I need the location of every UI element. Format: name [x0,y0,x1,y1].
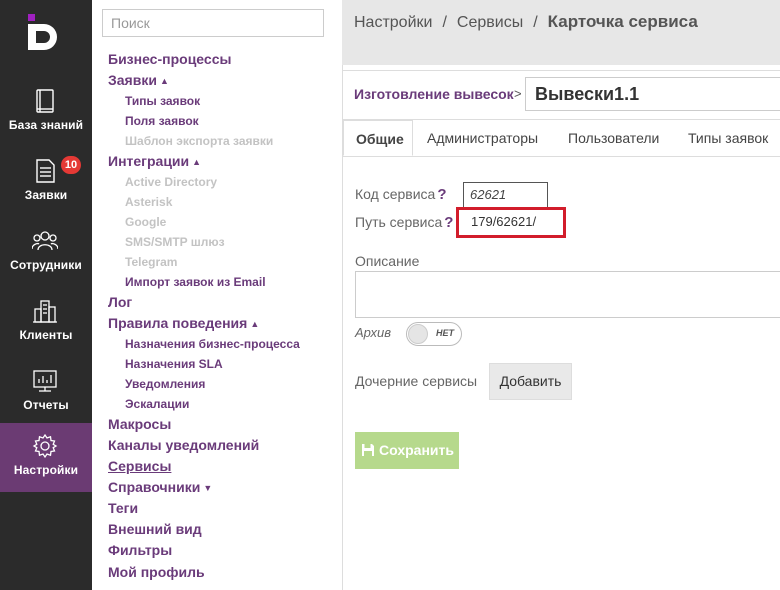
expanded-caret-icon: ▲ [250,319,260,329]
menu-item-bp-assignments[interactable]: Назначения бизнес-процесса [125,337,300,351]
requests-count-badge: 10 [61,156,81,174]
gear-icon [32,433,58,459]
buildings-icon [33,300,57,323]
document-icon [36,159,55,183]
parent-service-link[interactable]: Изготовление вывесок [354,86,514,102]
menu-item-sms-smtp: SMS/SMTP шлюз [125,235,225,249]
people-icon [32,231,58,251]
tab-general[interactable]: Общие [343,120,413,156]
help-icon[interactable]: ? [437,186,446,203]
menu-item-filters[interactable]: Фильтры [108,542,172,558]
menu-item-macros[interactable]: Макросы [108,416,171,432]
service-path-label-text: Путь сервиса [355,214,443,230]
save-button-label: Сохранить [379,442,454,458]
breadcrumb: Настройки / Сервисы / Карточка сервиса [354,12,698,32]
service-path-label: Путь сервиса? [355,214,453,231]
rail-item-reports[interactable]: Отчеты [0,358,92,428]
description-textarea[interactable] [355,271,780,318]
menu-item-label: Бизнес-процессы [108,51,232,67]
service-title-input[interactable]: Вывески1.1 [525,77,780,111]
collapsed-caret-icon: ▼ [203,483,213,493]
breadcrumb-separator: / [533,14,538,31]
menu-item-services[interactable]: Сервисы [108,458,171,474]
book-icon [36,89,54,113]
tab-administrators[interactable]: Администраторы [427,120,538,156]
menu-item-telegram: Telegram [125,255,178,269]
menu-item-tags[interactable]: Теги [108,500,138,516]
chart-monitor-icon [33,370,57,392]
menu-item-sla-assignments[interactable]: Назначения SLA [125,357,223,371]
rail-item-label: Заявки [24,188,68,202]
breadcrumb-settings[interactable]: Настройки [354,14,432,31]
menu-item-email-import[interactable]: Импорт заявок из Email [125,275,266,289]
menu-item-integrations[interactable]: Интеграции ▲ [108,153,201,169]
menu-search-input[interactable] [102,9,324,37]
menu-item-request-fields[interactable]: Поля заявок [125,114,199,128]
service-tabs: Общие Администраторы Пользователи Типы з… [342,120,780,157]
left-rail: База знаний 10 Заявки Сотрудники Клиенты… [0,0,92,590]
page-header: Настройки / Сервисы / Карточка сервиса [342,0,780,65]
menu-item-request-types[interactable]: Типы заявок [125,94,200,108]
expanded-caret-icon: ▲ [192,157,202,167]
menu-item-notifications[interactable]: Уведомления [125,377,205,391]
rail-item-label: Отчеты [23,398,69,412]
menu-item-label: Интеграции [108,153,190,169]
menu-item-label: Заявки [108,72,157,88]
breadcrumb-separator: / [442,14,447,31]
breadcrumb-current: Карточка сервиса [547,12,698,31]
menu-item-google: Google [125,215,167,229]
toggle-knob [408,324,428,344]
rail-item-label: Настройки [13,463,79,477]
archive-toggle[interactable]: НЕТ [406,322,462,346]
add-child-service-button[interactable]: Добавить [489,363,572,400]
menu-item-label: Правила поведения [108,315,248,331]
help-icon[interactable]: ? [444,214,453,231]
archive-toggle-text: НЕТ [436,328,454,338]
menu-item-escalations[interactable]: Эскалации [125,397,189,411]
chevron-right-icon: > [514,86,522,101]
menu-item-behavior-rules[interactable]: Правила поведения ▲ [108,315,259,331]
menu-item-export-template: Шаблон экспорта заявки [125,134,274,148]
service-code-label: Код сервиса? [355,186,446,203]
floppy-icon [362,444,374,456]
description-label: Описание [355,253,420,269]
menu-item-my-profile[interactable]: Мой профиль [108,564,205,580]
app-logo[interactable] [26,14,64,50]
service-path-value: 179/62621/ [471,214,537,229]
archive-label: Архив [355,325,391,340]
service-title-bar: Изготовление вывесок > Вывески1.1 [342,70,780,120]
rail-item-label: Клиенты [19,328,73,342]
rail-item-employees[interactable]: Сотрудники [0,218,92,288]
service-code-label-text: Код сервиса [355,186,436,202]
rail-item-label: Сотрудники [10,258,82,272]
child-services-label: Дочерние сервисы [355,373,478,389]
menu-item-notification-channels[interactable]: Каналы уведомлений [108,437,259,453]
menu-item-appearance[interactable]: Внешний вид [108,521,202,537]
menu-item-label: Справочники [108,479,201,495]
settings-menu: Бизнес-процессы Заявки▲ Типы заявок Поля… [92,0,343,590]
breadcrumb-services[interactable]: Сервисы [457,14,523,31]
tab-users[interactable]: Пользователи [568,120,659,156]
rail-item-label: База знаний [8,118,84,132]
rail-item-requests[interactable]: 10 Заявки [0,148,92,218]
rail-item-clients[interactable]: Клиенты [0,288,92,358]
menu-item-log[interactable]: Лог [108,294,132,310]
save-button[interactable]: Сохранить [355,432,459,469]
menu-item-business-processes[interactable]: Бизнес-процессы [108,51,231,67]
service-code-input[interactable]: 62621 [463,182,548,208]
menu-item-active-directory: Active Directory [125,175,218,189]
menu-item-requests[interactable]: Заявки ▲ [108,72,169,88]
expanded-caret-icon: ▲ [159,76,169,86]
menu-item-asterisk: Asterisk [125,195,173,209]
rail-item-knowledge[interactable]: База знаний [0,78,92,148]
menu-item-directories[interactable]: Справочники ▼ [108,479,212,495]
tab-request-types[interactable]: Типы заявок [688,120,768,156]
rail-item-settings[interactable]: Настройки [0,423,92,492]
